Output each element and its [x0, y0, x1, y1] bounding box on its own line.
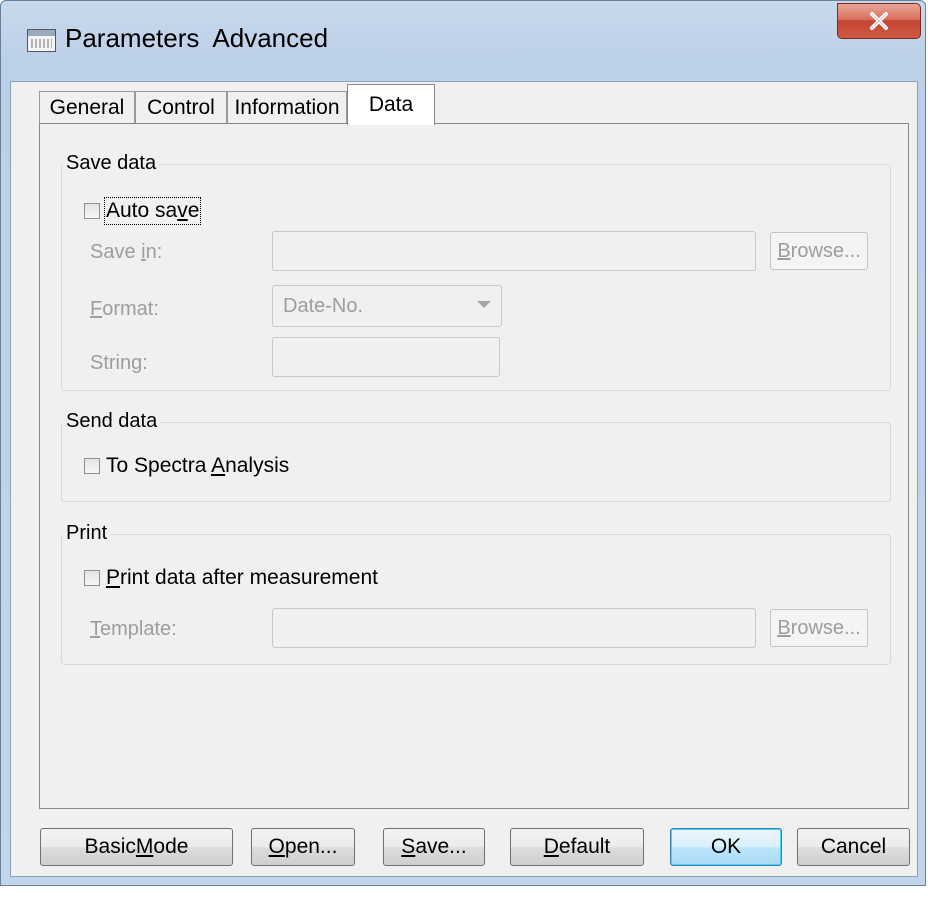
string-label: String: — [90, 352, 148, 374]
template-field[interactable] — [272, 608, 756, 648]
cancel-button[interactable]: Cancel — [797, 828, 910, 866]
window-title: Parameters Advanced — [65, 23, 329, 53]
print-after-measurement-checkbox[interactable]: Print data after measurement — [84, 566, 378, 590]
tab-control[interactable]: Control — [135, 91, 227, 124]
format-select[interactable]: Date-No. — [272, 285, 502, 327]
ok-button[interactable]: OK — [670, 828, 782, 866]
auto-save-label: Auto save — [103, 197, 202, 225]
app-icon — [27, 29, 56, 52]
save-button[interactable]: Save... — [383, 828, 485, 866]
format-select-value: Date-No. — [283, 294, 364, 317]
auto-save-checkbox[interactable]: Auto save — [84, 197, 202, 225]
save-data-group-label: Save data — [63, 152, 160, 175]
save-in-field[interactable] — [272, 231, 756, 271]
template-browse-button[interactable]: Browse... — [770, 609, 868, 647]
title-bar[interactable]: Parameters Advanced — [1, 1, 925, 81]
dialog-client: General Control Information Data Save da… — [10, 81, 918, 877]
tab-general[interactable]: General — [39, 91, 135, 124]
string-field[interactable] — [272, 337, 500, 377]
print-group-label: Print — [63, 522, 111, 545]
checkbox-box[interactable] — [84, 570, 100, 586]
tab-panel-data: Save data Auto save Save in: Browse... F… — [39, 123, 909, 809]
save-in-browse-button[interactable]: Browse... — [770, 232, 868, 270]
save-in-label: Save in: — [90, 241, 163, 263]
checkbox-box[interactable] — [84, 458, 100, 474]
close-button[interactable] — [837, 3, 921, 39]
tab-information[interactable]: Information — [227, 91, 347, 124]
print-after-measurement-label: Print data after measurement — [106, 566, 378, 589]
basic-mode-button[interactable]: Basic Mode — [40, 828, 233, 866]
to-spectra-analysis-checkbox[interactable]: To Spectra Analysis — [84, 454, 289, 478]
tab-label: Data — [368, 93, 414, 116]
default-button[interactable]: Default — [510, 828, 644, 866]
checkbox-box[interactable] — [84, 203, 100, 219]
dialog-window: Parameters Advanced General Control Info… — [0, 0, 926, 886]
tab-data[interactable]: Data — [347, 84, 435, 125]
send-data-group-label: Send data — [63, 410, 161, 433]
tab-label: Information — [234, 96, 340, 119]
open-button[interactable]: Open... — [251, 828, 355, 866]
template-label: Template: — [90, 618, 177, 640]
close-icon — [870, 12, 888, 30]
to-spectra-analysis-label: To Spectra Analysis — [106, 454, 290, 477]
tab-label: Control — [147, 96, 215, 119]
tab-label: General — [49, 96, 125, 119]
format-label: Format: — [90, 298, 159, 320]
chevron-down-icon[interactable] — [477, 301, 491, 308]
